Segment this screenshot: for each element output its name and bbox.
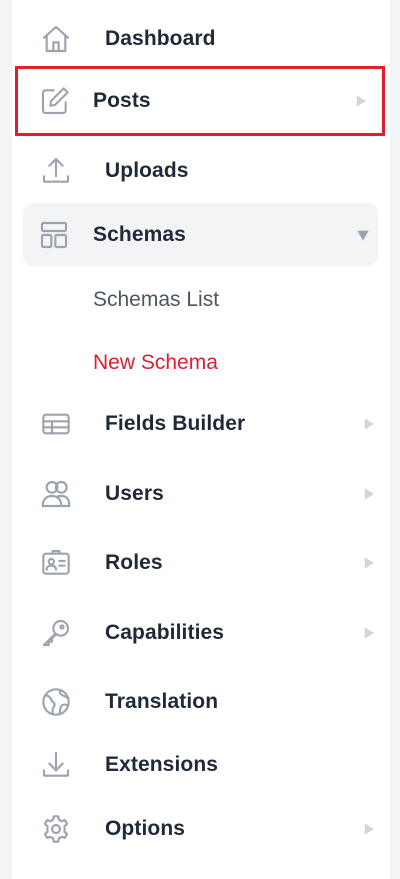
sidebar-item-label: Uploads (105, 159, 189, 182)
chevron-right-icon (362, 417, 376, 431)
sidebar: Dashboard Posts Uploads Schemas Schemas … (12, 0, 390, 879)
chevron-right-icon (354, 94, 368, 108)
upload-icon (39, 154, 73, 188)
sidebar-subitem-schemas-list[interactable]: Schemas List (93, 288, 219, 312)
sidebar-item-posts[interactable]: Posts (15, 66, 385, 136)
sidebar-item-extensions[interactable]: Extensions (24, 736, 378, 794)
sidebar-item-label: Options (105, 817, 186, 840)
chevron-right-icon (362, 556, 376, 570)
chevron-right-icon (362, 487, 376, 501)
sidebar-item-label: Translation (105, 690, 219, 713)
download-icon (39, 748, 73, 782)
sidebar-item-uploads[interactable]: Uploads (24, 142, 378, 200)
users-icon (39, 477, 73, 511)
globe-icon (39, 685, 73, 719)
chevron-right-icon (362, 822, 376, 836)
sidebar-item-label: Capabilities (105, 621, 225, 644)
sidebar-item-translation[interactable]: Translation (24, 673, 378, 731)
sidebar-item-fields-builder[interactable]: Fields Builder (24, 395, 378, 453)
sidebar-item-label: Extensions (105, 753, 219, 776)
sidebar-subitem-new-schema[interactable]: New Schema (93, 351, 218, 375)
chevron-right-icon (362, 626, 376, 640)
sidebar-item-roles[interactable]: Roles (24, 534, 378, 592)
sidebar-item-label: Dashboard (105, 27, 216, 50)
home-icon (39, 22, 73, 56)
sidebar-item-label: Roles (105, 551, 163, 574)
id-card-icon (39, 546, 73, 580)
sidebar-item-dashboard[interactable]: Dashboard (24, 10, 378, 68)
sidebar-item-users[interactable]: Users (24, 465, 378, 523)
table-icon (39, 407, 73, 441)
key-icon (39, 616, 73, 650)
chevron-down-icon (356, 228, 370, 242)
sidebar-item-options[interactable]: Options (24, 800, 378, 858)
edit-icon (38, 84, 72, 118)
layout-icon (37, 218, 71, 252)
sidebar-item-capabilities[interactable]: Capabilities (24, 604, 378, 662)
sidebar-item-label: Fields Builder (105, 412, 246, 435)
sidebar-item-label: Schemas (93, 222, 186, 246)
sidebar-item-schemas[interactable]: Schemas (23, 203, 378, 266)
sidebar-item-label: Users (105, 482, 164, 505)
sidebar-item-label: Posts (93, 89, 151, 112)
gear-icon (39, 812, 73, 846)
